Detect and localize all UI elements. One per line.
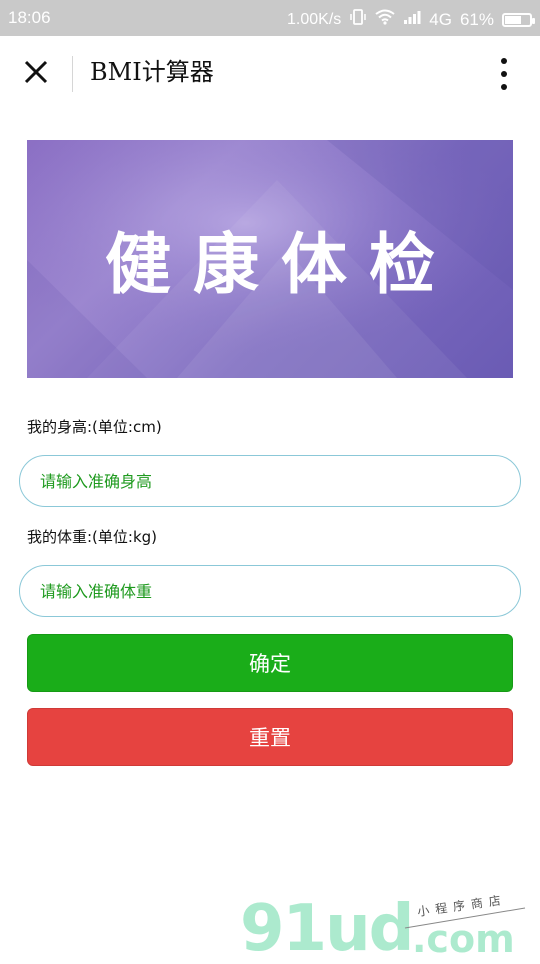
- banner-title: 健康体检: [105, 226, 457, 303]
- watermark-logo: 91ud .com 小程序商店: [240, 880, 530, 964]
- more-vertical-icon: [501, 58, 507, 90]
- height-label: 我的身高:(单位:cm): [27, 418, 162, 436]
- status-indicators: 1.00K/s 4G 61%: [287, 8, 535, 31]
- watermark-domain: .com: [412, 917, 515, 960]
- battery-icon: [502, 12, 535, 27]
- health-check-banner: 健康体检: [27, 140, 513, 378]
- network-type: 4G: [429, 9, 452, 29]
- confirm-button[interactable]: 确定: [27, 634, 513, 692]
- height-input[interactable]: [38, 470, 520, 492]
- vibrate-icon: [349, 8, 367, 31]
- network-speed: 1.00K/s: [287, 10, 342, 28]
- page-title: BMI计算器: [90, 58, 214, 86]
- height-field[interactable]: [19, 455, 521, 507]
- reset-button[interactable]: 重置: [27, 708, 513, 766]
- more-button[interactable]: [488, 56, 520, 92]
- close-button[interactable]: [16, 52, 56, 92]
- weight-input[interactable]: [38, 580, 520, 602]
- status-time: 18:06: [8, 8, 51, 27]
- signal-icon: [403, 9, 421, 30]
- nav-bar: BMI计算器: [0, 36, 540, 112]
- watermark-tagline: 小程序商店: [416, 892, 507, 919]
- close-icon: [24, 60, 48, 84]
- wifi-icon: [375, 9, 395, 30]
- battery-percent: 61%: [459, 9, 494, 29]
- weight-label: 我的体重:(单位:kg): [27, 528, 158, 546]
- watermark-brand: 91ud: [240, 892, 412, 960]
- weight-field[interactable]: [19, 565, 521, 617]
- nav-divider: [72, 56, 73, 92]
- status-bar: 18:06 1.00K/s 4G 61%: [0, 0, 540, 36]
